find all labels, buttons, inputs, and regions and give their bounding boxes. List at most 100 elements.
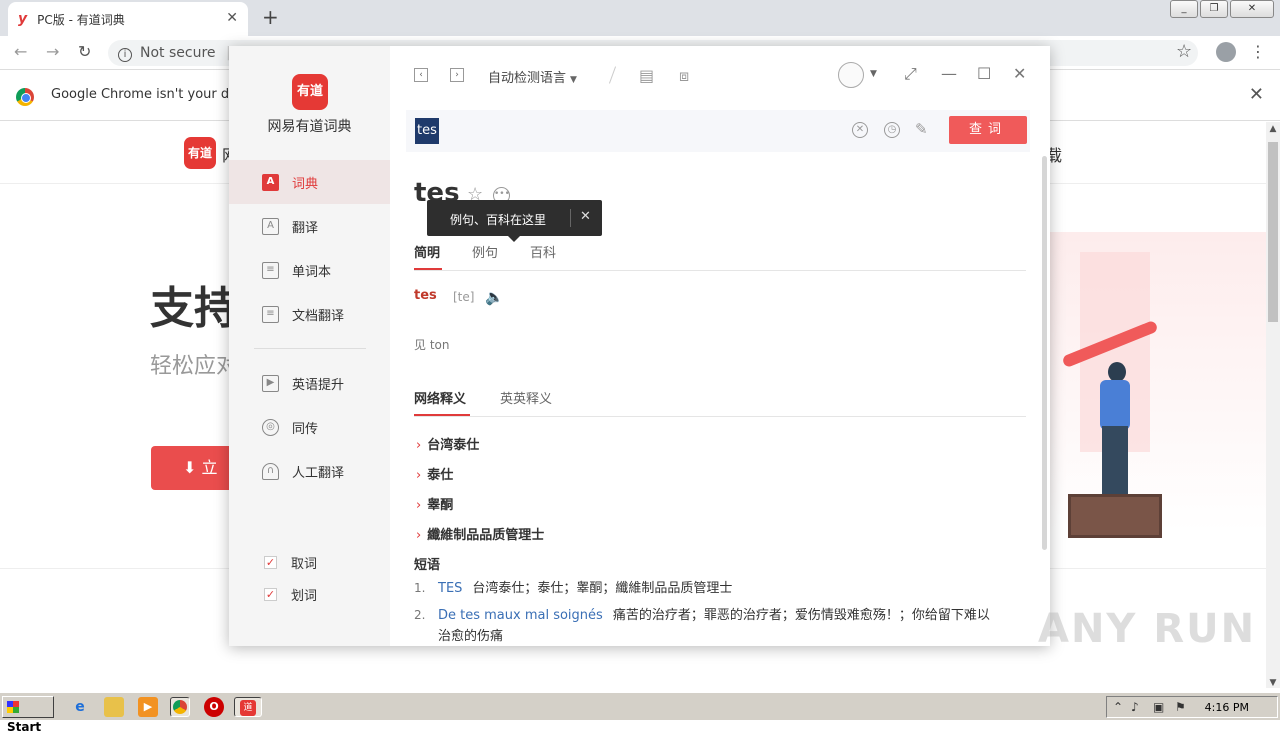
mini-mode-icon[interactable]: ⤢: [904, 64, 917, 84]
bookmark-star-icon[interactable]: ☆: [1176, 41, 1192, 62]
opera-icon[interactable]: O: [204, 697, 224, 717]
youdao-window: 有道 网易有道词典 A 词典 A 翻译 ≡ 单词本 ≡ 文档翻译 ▶ 英语提升 …: [229, 46, 1050, 646]
new-tab-icon[interactable]: +: [262, 5, 279, 29]
scroll-thumb[interactable]: [1268, 142, 1278, 322]
media-player-icon[interactable]: ▶: [138, 697, 158, 717]
nav-item-document-translate[interactable]: ≡ 文档翻译: [229, 292, 390, 336]
subtab-divider: [414, 416, 1026, 417]
back-icon[interactable]: ‹: [414, 68, 428, 82]
tab-concise[interactable]: 简明: [414, 242, 440, 261]
tab-web-definitions[interactable]: 网络释义: [414, 388, 466, 407]
phrase-number: 2.: [414, 608, 426, 622]
search-box[interactable]: tes ✕ ◷ ✎ 查词: [406, 110, 1030, 152]
history-icon[interactable]: ◷: [884, 122, 900, 138]
nav-item-dictionary[interactable]: A 词典: [229, 160, 390, 204]
web-definition-item[interactable]: › 睾酮: [416, 494, 453, 513]
minimize-icon[interactable]: —: [941, 64, 957, 83]
checkbox-check-icon[interactable]: ✓: [264, 588, 277, 601]
clear-icon[interactable]: ✕: [852, 122, 868, 138]
tooltip-text: 例句、百科在这里: [450, 213, 547, 227]
youdao-taskbar-icon[interactable]: 道: [234, 697, 262, 717]
reload-icon[interactable]: ↻: [78, 42, 91, 61]
ie-icon[interactable]: e: [70, 697, 90, 717]
chevron-right-icon: ›: [416, 468, 422, 483]
web-definition-item[interactable]: › 台湾泰仕: [416, 434, 479, 453]
web-definition-text: 纖維制品品质管理士: [427, 528, 545, 543]
subtab-active-indicator: [414, 414, 470, 416]
security-label: Not secure: [140, 45, 216, 61]
tab-encyclopedia[interactable]: 百科: [530, 242, 556, 261]
infobar-close-icon[interactable]: ✕: [1249, 84, 1264, 105]
language-select[interactable]: 自动检测语言 ▼: [488, 67, 577, 86]
network-icon[interactable]: ▣: [1153, 700, 1164, 714]
tab-close-icon[interactable]: ✕: [226, 10, 238, 26]
nav-item-simultaneous[interactable]: ◎ 同传: [229, 405, 390, 449]
scroll-up-icon[interactable]: ▲: [1266, 124, 1280, 134]
restore-icon[interactable]: ❐: [1200, 0, 1228, 18]
chevron-down-icon[interactable]: ▼: [870, 69, 877, 79]
checkbox-check-icon[interactable]: ✓: [264, 556, 277, 569]
basic-word: tes: [414, 288, 437, 303]
play-icon: ▶: [262, 374, 279, 392]
speaker-icon[interactable]: 🔈: [485, 288, 504, 306]
watermark: ANY RUN: [1038, 606, 1257, 652]
tab-active-indicator: [414, 268, 442, 270]
tab-examples[interactable]: 例句: [472, 242, 498, 261]
close-window-icon[interactable]: ✕: [1230, 0, 1274, 18]
tab-divider: [414, 270, 1026, 271]
chrome-tab-bar: y PC版 - 有道词典 ✕ + _ ❐ ✕: [0, 0, 1280, 36]
web-definition-item[interactable]: › 纖維制品品质管理士: [416, 524, 544, 543]
browser-tab[interactable]: y PC版 - 有道词典 ✕: [8, 2, 248, 36]
nav-label: 翻译: [292, 220, 319, 236]
edit-icon[interactable]: ✎: [915, 120, 928, 138]
start-button[interactable]: Start: [2, 696, 54, 734]
page-logo[interactable]: 有道: [184, 137, 216, 169]
tray-expand-icon[interactable]: ⌃: [1113, 700, 1123, 714]
phrase-link[interactable]: TES: [438, 581, 462, 596]
minimize-icon[interactable]: _: [1170, 0, 1198, 18]
nav-item-english-improve[interactable]: ▶ 英语提升: [229, 361, 390, 405]
web-definition-text: 台湾泰仕: [427, 438, 480, 453]
checkbox-capture-word[interactable]: ✓ 取词: [264, 553, 317, 572]
search-input[interactable]: tes: [415, 118, 439, 144]
nav-item-translate[interactable]: A 翻译: [229, 204, 390, 248]
tab-english-definitions[interactable]: 英英释义: [500, 388, 552, 407]
forward-icon[interactable]: →: [46, 42, 59, 61]
headset-icon: ∩: [262, 462, 279, 480]
tooltip-close-icon[interactable]: ✕: [580, 209, 591, 224]
illustration-person-head: [1108, 362, 1126, 382]
checkbox-select-word[interactable]: ✓ 划词: [264, 585, 317, 604]
wordbook-icon: ≡: [262, 261, 279, 279]
document-icon[interactable]: ▤: [639, 66, 654, 85]
phrase-link[interactable]: De tes maux mal soignés: [438, 608, 603, 623]
nav-item-human-translate[interactable]: ∩ 人工翻译: [229, 449, 390, 493]
profile-icon[interactable]: [1216, 42, 1236, 62]
info-icon[interactable]: i: [118, 48, 132, 62]
youdao-scrollbar[interactable]: [1042, 156, 1047, 550]
windows-logo-icon: [7, 701, 19, 713]
web-definition-item[interactable]: › 泰仕: [416, 464, 453, 483]
browser-menu-icon[interactable]: ⋮: [1250, 42, 1266, 61]
chrome-taskbar-icon[interactable]: [170, 697, 190, 717]
phrase-number: 1.: [414, 581, 426, 595]
folder-icon[interactable]: [104, 697, 124, 717]
flag-icon[interactable]: ⚑: [1175, 700, 1186, 714]
nav-label: 词典: [292, 176, 319, 192]
sync-icon: ◎: [262, 418, 279, 436]
toolbar-separator: [608, 66, 617, 84]
page-scrollbar[interactable]: ▲ ▼: [1266, 122, 1280, 688]
scroll-down-icon[interactable]: ▼: [1266, 678, 1280, 688]
chevron-down-icon: ▼: [570, 75, 577, 85]
phrases-title: 短语: [414, 558, 441, 573]
user-avatar[interactable]: [838, 62, 864, 88]
close-icon[interactable]: ✕: [1013, 64, 1026, 83]
back-icon[interactable]: ←: [14, 42, 27, 61]
forward-icon[interactable]: ›: [450, 68, 464, 82]
screenshot-icon[interactable]: ⧈: [679, 66, 689, 86]
volume-icon[interactable]: ♪: [1131, 700, 1139, 714]
nav-item-wordbook[interactable]: ≡ 单词本: [229, 248, 390, 292]
query-button[interactable]: 查词: [949, 116, 1027, 144]
clock: 4:16 PM: [1204, 701, 1249, 714]
nav-label: 单词本: [292, 264, 332, 280]
maximize-icon[interactable]: ☐: [977, 64, 991, 83]
